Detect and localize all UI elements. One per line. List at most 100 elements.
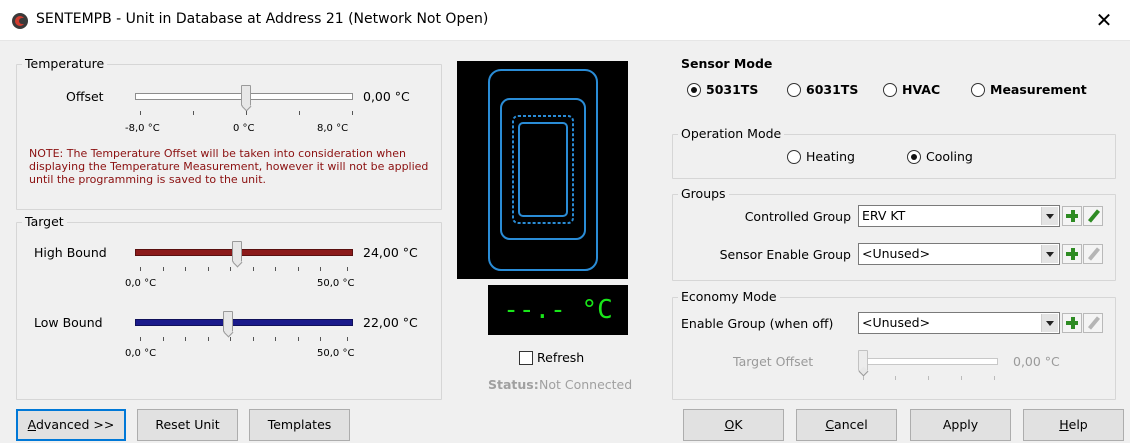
low-bound-label: Low Bound xyxy=(34,315,103,330)
offset-label: Offset xyxy=(66,89,104,104)
sensor-mode-option-hvac[interactable]: HVAC xyxy=(902,82,940,98)
temperature-group: Temperature Offset 0,00 °C -8,0 °C 0 °C … xyxy=(16,56,442,210)
cancel-mnemonic: C xyxy=(825,417,835,432)
apply-button[interactable]: Apply xyxy=(910,409,1011,441)
target-offset-value: 0,00 °C xyxy=(1013,354,1060,369)
sensor-mode-radio-6031ts[interactable] xyxy=(787,83,801,97)
operation-mode-option-cooling[interactable]: Cooling xyxy=(926,149,973,165)
high-bound-tick xyxy=(275,267,276,271)
help-mnemonic: H xyxy=(1059,417,1069,432)
low-bound-tick xyxy=(347,337,348,341)
low-bound-tick xyxy=(185,337,186,341)
offset-scale-max: 8,0 °C xyxy=(317,123,349,134)
chevron-down-icon[interactable] xyxy=(1041,314,1058,332)
low-bound-tick xyxy=(320,337,321,341)
operation-mode-label: Operation Mode xyxy=(678,126,785,142)
sensor-mode-label: Sensor Mode xyxy=(678,56,776,72)
low-bound-scale-min: 0,0 °C xyxy=(125,348,157,359)
high-bound-tick xyxy=(208,267,209,271)
templates-button[interactable]: Templates xyxy=(249,409,350,441)
low-bound-slider-track[interactable] xyxy=(135,319,353,326)
controlled-group-value: ERV KT xyxy=(862,208,906,223)
high-bound-tick xyxy=(163,267,164,271)
sensor-enable-group-value: <Unused> xyxy=(862,246,931,261)
offset-tick xyxy=(299,111,300,115)
low-bound-tick xyxy=(253,337,254,341)
economy-mode-label: Economy Mode xyxy=(678,289,780,305)
economy-enable-group-select[interactable]: <Unused> xyxy=(858,312,1060,334)
economy-enable-group-label: Enable Group (when off) xyxy=(681,316,834,331)
target-offset-tick xyxy=(863,376,864,380)
operation-mode-radio-heating[interactable] xyxy=(787,150,801,164)
target-offset-slider-thumb xyxy=(858,350,868,371)
sensor-enable-group-label: Sensor Enable Group xyxy=(719,247,851,262)
help-button[interactable]: Help xyxy=(1023,409,1124,441)
temperature-group-label: Temperature xyxy=(22,56,108,72)
sensor-mode-option-5031ts[interactable]: 5031TS xyxy=(706,82,758,98)
offset-slider-thumb[interactable] xyxy=(241,85,251,106)
title-bar[interactable]: SENTEMPB - Unit in Database at Address 2… xyxy=(0,0,1130,40)
offset-tick xyxy=(140,111,141,115)
offset-tick xyxy=(246,111,247,115)
temperature-display: --.- °C xyxy=(488,285,628,335)
sensor-mode-radio-hvac[interactable] xyxy=(883,83,897,97)
target-group-label: Target xyxy=(22,214,67,230)
advanced-button[interactable]: Advanced >> xyxy=(16,409,126,441)
help-button-label: elp xyxy=(1068,417,1088,432)
status-label: Status: xyxy=(488,377,539,392)
target-group: Target High Bound 24,00 °C 0,0 °C 50,0 °… xyxy=(16,214,442,400)
chevron-down-icon[interactable] xyxy=(1041,207,1058,225)
sensor-preview xyxy=(457,61,628,279)
ok-mnemonic: O xyxy=(724,417,735,432)
sensor-mode-radio-5031ts[interactable] xyxy=(687,83,701,97)
offset-value: 0,00 °C xyxy=(363,89,410,104)
low-bound-slider-thumb[interactable] xyxy=(223,311,233,332)
target-offset-tick xyxy=(895,376,896,380)
groups-label: Groups xyxy=(678,186,729,202)
high-bound-tick xyxy=(253,267,254,271)
target-offset-tick xyxy=(994,376,995,380)
low-bound-scale-max: 50,0 °C xyxy=(317,348,355,359)
advanced-mnemonic: A xyxy=(27,417,36,432)
refresh-label[interactable]: Refresh xyxy=(537,350,584,366)
refresh-checkbox[interactable] xyxy=(519,351,533,365)
sensor-mode-radio-measurement[interactable] xyxy=(971,83,985,97)
sensor-mode-option-6031ts[interactable]: 6031TS xyxy=(806,82,858,98)
operation-mode-option-heating[interactable]: Heating xyxy=(806,149,855,165)
offset-tick xyxy=(193,111,194,115)
sensor-outline-graphic xyxy=(488,69,598,271)
dialog-body: Temperature Offset 0,00 °C -8,0 °C 0 °C … xyxy=(0,40,1130,443)
edit-controlled-group-button[interactable] xyxy=(1083,206,1103,226)
chevron-down-icon[interactable] xyxy=(1041,245,1058,263)
app-icon xyxy=(12,13,28,29)
sensor-mode-group: Sensor Mode 5031TS 6031TS HVAC Measureme… xyxy=(672,56,1116,110)
operation-mode-group: Operation Mode Heating Cooling xyxy=(672,126,1116,179)
low-bound-tick xyxy=(140,337,141,341)
high-bound-value: 24,00 °C xyxy=(363,245,418,260)
edit-economy-group-button xyxy=(1083,313,1103,333)
cancel-button[interactable]: Cancel xyxy=(796,409,897,441)
sensor-dashed-frame xyxy=(512,115,574,224)
offset-tick xyxy=(352,111,353,115)
sensor-enable-group-select[interactable]: <Unused> xyxy=(858,243,1060,265)
add-sensor-enable-group-button[interactable] xyxy=(1062,244,1082,264)
ok-button[interactable]: OK xyxy=(683,409,784,441)
add-controlled-group-button[interactable] xyxy=(1062,206,1082,226)
high-bound-tick xyxy=(140,267,141,271)
high-bound-tick xyxy=(347,267,348,271)
controlled-group-select[interactable]: ERV KT xyxy=(858,205,1060,227)
high-bound-tick xyxy=(185,267,186,271)
operation-mode-radio-cooling[interactable] xyxy=(907,150,921,164)
add-economy-group-button[interactable] xyxy=(1062,313,1082,333)
low-bound-tick xyxy=(230,337,231,341)
high-bound-slider-thumb[interactable] xyxy=(232,241,242,262)
status-value: Not Connected xyxy=(539,377,633,392)
groups-group: Groups Controlled Group ERV KT Sensor En… xyxy=(672,186,1116,281)
close-button[interactable]: ✕ xyxy=(1084,6,1124,36)
offset-scale-min: -8,0 °C xyxy=(125,123,160,134)
high-bound-slider-track[interactable] xyxy=(135,249,353,256)
controlled-group-label: Controlled Group xyxy=(744,209,851,224)
sensor-mode-option-measurement[interactable]: Measurement xyxy=(990,82,1087,98)
high-bound-tick xyxy=(298,267,299,271)
reset-unit-button[interactable]: Reset Unit xyxy=(137,409,238,441)
